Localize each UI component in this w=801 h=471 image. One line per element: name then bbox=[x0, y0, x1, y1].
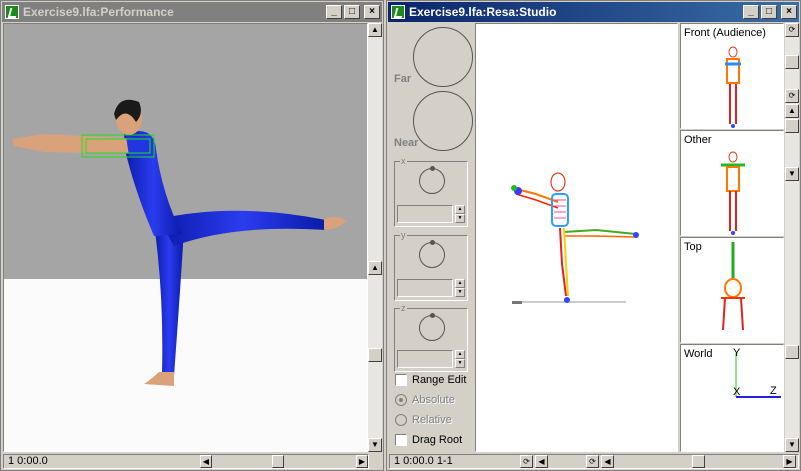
minimize-button[interactable]: _ bbox=[326, 5, 342, 19]
view-panes: Front (Audience) Other Top World Y X Z bbox=[680, 23, 784, 452]
world-x-label: X bbox=[733, 386, 741, 398]
front-view-figure bbox=[725, 46, 741, 128]
control-panel: Far Near x ▲ ▼ y ▲ ▼ z ▲ ▼ Range Edit Absol bbox=[389, 23, 473, 452]
studio-titlebar[interactable]: Exercise9.lfa:Resa:Studio _ □ × bbox=[388, 2, 799, 22]
studio-time: 1 0:00.0 1-1 bbox=[394, 454, 453, 467]
scroll-thumb[interactable] bbox=[368, 348, 382, 362]
performance-scene bbox=[4, 24, 367, 451]
y-dial[interactable] bbox=[419, 240, 445, 268]
app-icon bbox=[5, 5, 19, 19]
performance-time: 1 0:00.0 bbox=[8, 454, 48, 467]
drag-root-box[interactable] bbox=[395, 434, 407, 446]
floor-marker bbox=[512, 301, 522, 304]
x-spinner[interactable]: ▲ ▼ bbox=[455, 205, 465, 223]
skeleton-head bbox=[550, 172, 566, 192]
world-view[interactable]: World Y X Z bbox=[680, 344, 784, 452]
scroll-down-arrow[interactable]: ▼ bbox=[785, 167, 799, 181]
y-rotation-group: y ▲ ▼ bbox=[394, 230, 468, 301]
performance-titlebar[interactable]: Exercise9.lfa:Performance _ □ × bbox=[2, 2, 382, 22]
timeline-thumb[interactable] bbox=[692, 454, 705, 468]
scroll-up-arrow[interactable]: ▲ bbox=[368, 23, 382, 37]
range-edit-checkbox[interactable]: Range Edit bbox=[395, 374, 466, 386]
z-value-field[interactable] bbox=[397, 350, 453, 368]
studio-main-viewport[interactable] bbox=[475, 23, 678, 452]
front-audience-view[interactable]: Front (Audience) bbox=[680, 23, 784, 129]
y-value-field[interactable] bbox=[397, 279, 453, 297]
performance-vertical-scrollbar[interactable]: ▲ ▲ ▼ bbox=[368, 23, 382, 452]
z-group-label: z bbox=[400, 303, 407, 313]
refresh-icon[interactable]: ⟳ bbox=[520, 454, 533, 468]
range-edit-box[interactable] bbox=[395, 374, 407, 386]
x-rotation-group: x ▲ ▼ bbox=[394, 156, 468, 227]
drag-root-label: Drag Root bbox=[412, 434, 463, 446]
studio-title: Exercise9.lfa:Resa:Studio bbox=[409, 5, 557, 19]
performance-3d-viewport[interactable] bbox=[3, 23, 368, 452]
stage-floor bbox=[4, 279, 367, 451]
x-group-label: x bbox=[400, 156, 407, 166]
x-value-field[interactable] bbox=[397, 205, 453, 223]
performance-statusbar: 1 0:00.0 ◀ ▶ bbox=[3, 453, 383, 469]
absolute-label: Absolute bbox=[412, 394, 455, 406]
studio-window: Exercise9.lfa:Resa:Studio _ □ × Far Near… bbox=[386, 0, 801, 471]
skeleton-raised-leg bbox=[563, 228, 637, 235]
other-view-figure bbox=[721, 151, 745, 235]
relative-radio[interactable]: Relative bbox=[395, 414, 452, 426]
timeline-left-arrow[interactable]: ◀ bbox=[535, 454, 548, 468]
timeline-left-arrow[interactable]: ◀ bbox=[200, 454, 212, 468]
close-button[interactable]: × bbox=[781, 5, 797, 19]
studio-vertical-scrollbar[interactable]: ⟳ ⟳ ▲ ▼ ▼ bbox=[785, 23, 799, 452]
scroll-thumb[interactable] bbox=[785, 55, 799, 69]
studio-skeleton-figure bbox=[511, 172, 639, 304]
refresh-icon[interactable]: ⟳ bbox=[785, 89, 799, 103]
skeleton-ribs bbox=[554, 199, 566, 219]
app-icon bbox=[391, 5, 405, 19]
scroll-up-arrow-lower[interactable]: ▲ bbox=[368, 261, 382, 275]
refresh-icon[interactable]: ⟳ bbox=[785, 23, 799, 37]
scroll-thumb[interactable] bbox=[785, 119, 799, 133]
world-z-label: Z bbox=[770, 385, 777, 397]
scroll-thumb[interactable] bbox=[785, 345, 799, 359]
minimize-button[interactable]: _ bbox=[743, 5, 759, 19]
skeleton-standing-foot bbox=[564, 297, 570, 303]
timeline-left-arrow[interactable]: ◀ bbox=[601, 454, 614, 468]
scroll-down-arrow[interactable]: ▼ bbox=[785, 438, 799, 452]
near-label: Near bbox=[394, 137, 419, 149]
top-view[interactable]: Top bbox=[680, 237, 784, 343]
studio-statusbar: 1 0:00.0 1-1 ⟳ ◀ ⟳ ◀ ▶ bbox=[389, 453, 799, 469]
y-spinner[interactable]: ▲ ▼ bbox=[455, 279, 465, 297]
other-view[interactable]: Other bbox=[680, 130, 784, 236]
world-axes-gizmo bbox=[735, 353, 781, 398]
range-edit-label: Range Edit bbox=[412, 374, 467, 386]
top-view-figure bbox=[721, 242, 745, 331]
z-spinner[interactable]: ▲ ▼ bbox=[455, 350, 465, 368]
scroll-up-arrow[interactable]: ▲ bbox=[785, 104, 799, 118]
timeline-thumb[interactable] bbox=[272, 454, 284, 468]
relative-radio-dot[interactable] bbox=[395, 414, 407, 426]
absolute-radio[interactable]: Absolute bbox=[395, 394, 455, 406]
maximize-button[interactable]: □ bbox=[344, 5, 360, 19]
y-group-label: y bbox=[400, 230, 407, 240]
far-label: Far bbox=[394, 73, 412, 85]
performance-title: Exercise9.lfa:Performance bbox=[23, 5, 174, 19]
skeleton-raised-leg-inner bbox=[564, 235, 637, 238]
relative-label: Relative bbox=[412, 414, 452, 426]
drag-root-checkbox[interactable]: Drag Root bbox=[395, 434, 462, 446]
world-y-label: Y bbox=[733, 347, 741, 359]
near-dial[interactable] bbox=[413, 91, 473, 151]
close-button[interactable]: × bbox=[364, 5, 380, 19]
skeleton-raised-foot bbox=[633, 232, 639, 238]
skeleton-torso bbox=[551, 193, 569, 227]
far-dial[interactable] bbox=[413, 27, 473, 87]
refresh-icon[interactable]: ⟳ bbox=[586, 454, 599, 468]
absolute-radio-dot[interactable] bbox=[395, 394, 407, 406]
z-dial[interactable] bbox=[419, 313, 445, 341]
timeline-right-arrow[interactable]: ▶ bbox=[783, 454, 796, 468]
z-rotation-group: z ▲ ▼ bbox=[394, 303, 468, 372]
performance-window: Exercise9.lfa:Performance _ □ × ▲ ▲ ▼ 1 … bbox=[0, 0, 384, 471]
timeline-right-arrow[interactable]: ▶ bbox=[356, 454, 368, 468]
skeleton-fingers bbox=[511, 185, 517, 191]
maximize-button[interactable]: □ bbox=[761, 5, 777, 19]
x-dial[interactable] bbox=[419, 166, 445, 194]
scroll-down-arrow[interactable]: ▼ bbox=[368, 438, 382, 452]
